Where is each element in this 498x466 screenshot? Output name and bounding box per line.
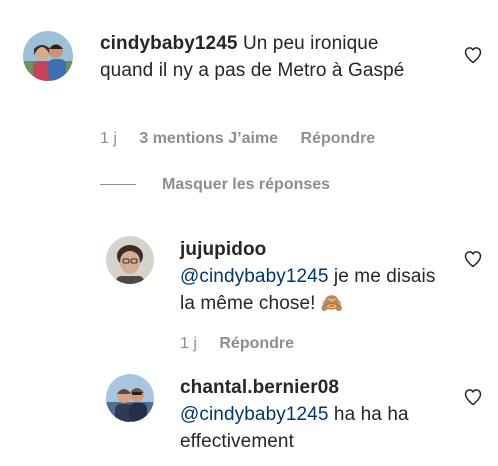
- heart-icon[interactable]: [463, 387, 483, 407]
- comment-username[interactable]: cindybaby1245: [100, 33, 238, 54]
- comment-likes[interactable]: 3 mentions J’aime: [139, 130, 278, 147]
- divider-line: [100, 184, 136, 186]
- reply-meta: 1 j Répondre: [180, 335, 294, 353]
- reply-time[interactable]: 1 j: [180, 335, 197, 352]
- avatar[interactable]: [23, 31, 73, 81]
- reply-username[interactable]: jujupidoo: [180, 239, 266, 260]
- reply-username[interactable]: chantal.bernier08: [180, 377, 339, 398]
- hide-replies-toggle[interactable]: Masquer les réponses: [100, 176, 330, 194]
- avatar[interactable]: [106, 374, 154, 422]
- reply-mention[interactable]: @cindybaby1245: [180, 266, 329, 287]
- hide-replies-label: Masquer les réponses: [162, 176, 331, 193]
- heart-icon[interactable]: [463, 249, 483, 269]
- reply-body: chantal.bernier08 @cindybaby1245 ha ha h…: [180, 374, 450, 455]
- reply-mention[interactable]: @cindybaby1245: [180, 404, 329, 425]
- comment-body: cindybaby1245 Un peu ironique quand il n…: [100, 30, 430, 84]
- heart-icon[interactable]: [463, 45, 483, 65]
- reply-button[interactable]: Répondre: [219, 335, 294, 352]
- avatar[interactable]: [106, 236, 154, 284]
- reply-button[interactable]: Répondre: [301, 130, 376, 147]
- comment-meta: 1 j 3 mentions J’aime Répondre: [100, 130, 375, 148]
- comment-time[interactable]: 1 j: [100, 130, 117, 147]
- see-no-evil-monkey-emoji: 🙈: [320, 293, 344, 313]
- reply-body: jujupidoo @cindybaby1245 je me disais la…: [180, 236, 450, 317]
